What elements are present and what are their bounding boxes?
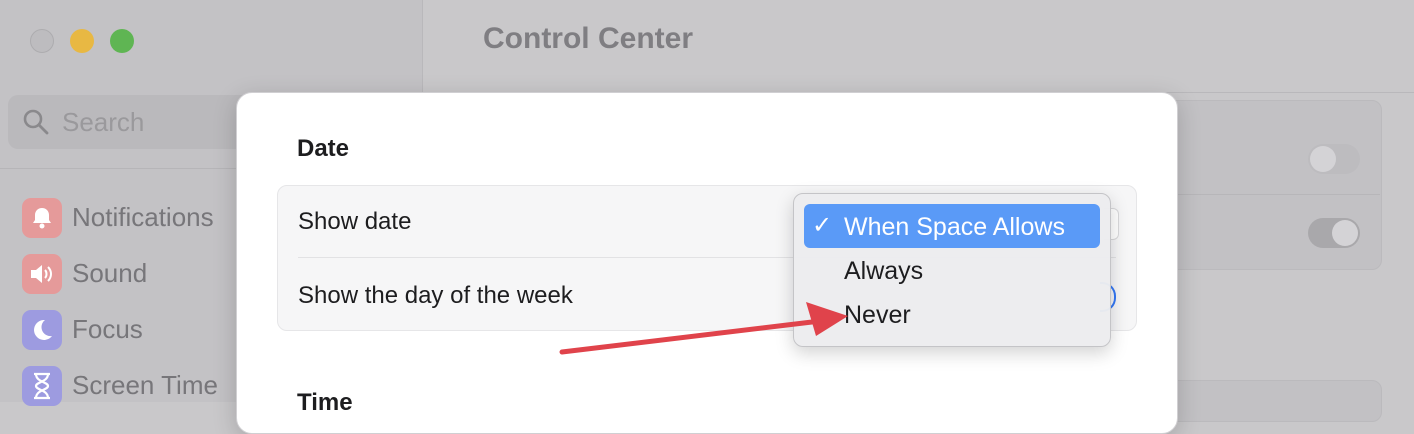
sidebar-item-label: Screen Time	[72, 370, 218, 400]
menu-item-when-space-allows[interactable]: ✓ When Space Allows	[804, 204, 1100, 248]
menu-item-label: When Space Allows	[844, 213, 1065, 241]
show-day-of-week-label: Show the day of the week	[298, 282, 573, 309]
background-toggle-on[interactable]	[1308, 218, 1360, 248]
window-minimize-button[interactable]	[70, 29, 94, 53]
date-section-title: Date	[297, 135, 350, 162]
bell-icon	[22, 198, 62, 238]
menu-item-label: Never	[844, 301, 911, 329]
menu-item-label: Always	[844, 257, 924, 285]
sidebar-item-label: Sound	[72, 258, 148, 288]
speaker-icon	[22, 254, 62, 294]
hourglass-icon	[22, 366, 62, 406]
show-date-dropdown-menu: ✓ When Space Allows Always Never	[793, 193, 1111, 347]
time-section-title: Time	[297, 389, 353, 416]
background-toggle-off[interactable]	[1308, 144, 1360, 174]
moon-icon	[22, 310, 62, 350]
sidebar-item-label: Notifications	[72, 202, 214, 232]
window-zoom-button[interactable]	[110, 29, 134, 53]
menu-item-always[interactable]: Always	[804, 248, 1100, 292]
window-close-button[interactable]	[30, 29, 54, 53]
show-date-label: Show date	[298, 208, 412, 235]
checkmark-icon: ✓	[812, 212, 833, 239]
sidebar-item-label: Focus	[72, 314, 143, 344]
page-title: Control Center	[483, 22, 693, 55]
menu-item-never[interactable]: Never	[804, 292, 1100, 336]
search-placeholder: Search	[62, 107, 145, 137]
search-icon	[23, 109, 49, 135]
